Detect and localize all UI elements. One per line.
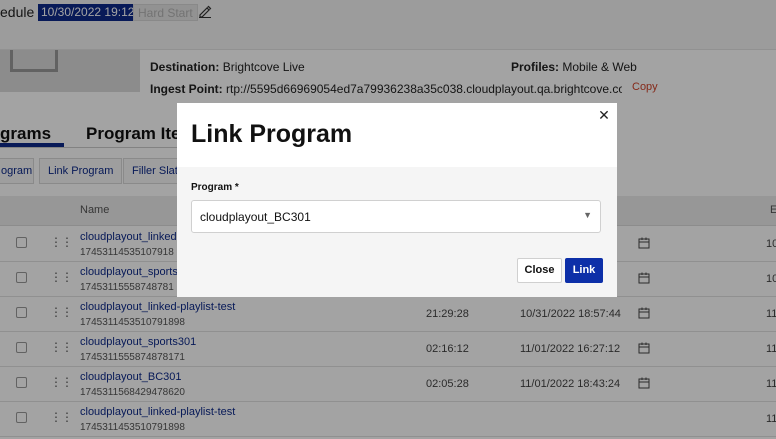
program-select[interactable]: cloudplayout_BC301 ▼ bbox=[191, 200, 601, 233]
chevron-down-icon: ▼ bbox=[583, 210, 592, 220]
close-icon[interactable]: ✕ bbox=[597, 108, 611, 122]
link-button[interactable]: Link bbox=[565, 258, 603, 283]
program-page: edule 10/30/2022 19:12 Hard Start Destin… bbox=[0, 0, 776, 439]
dialog-title: Link Program bbox=[191, 120, 353, 148]
close-button[interactable]: Close bbox=[517, 258, 562, 283]
link-program-dialog: Link Program ✕ Program * cloudplayout_BC… bbox=[177, 103, 617, 297]
dialog-header: Link Program ✕ bbox=[177, 103, 617, 167]
program-select-value: cloudplayout_BC301 bbox=[200, 210, 311, 224]
program-field-label: Program * bbox=[191, 182, 239, 193]
